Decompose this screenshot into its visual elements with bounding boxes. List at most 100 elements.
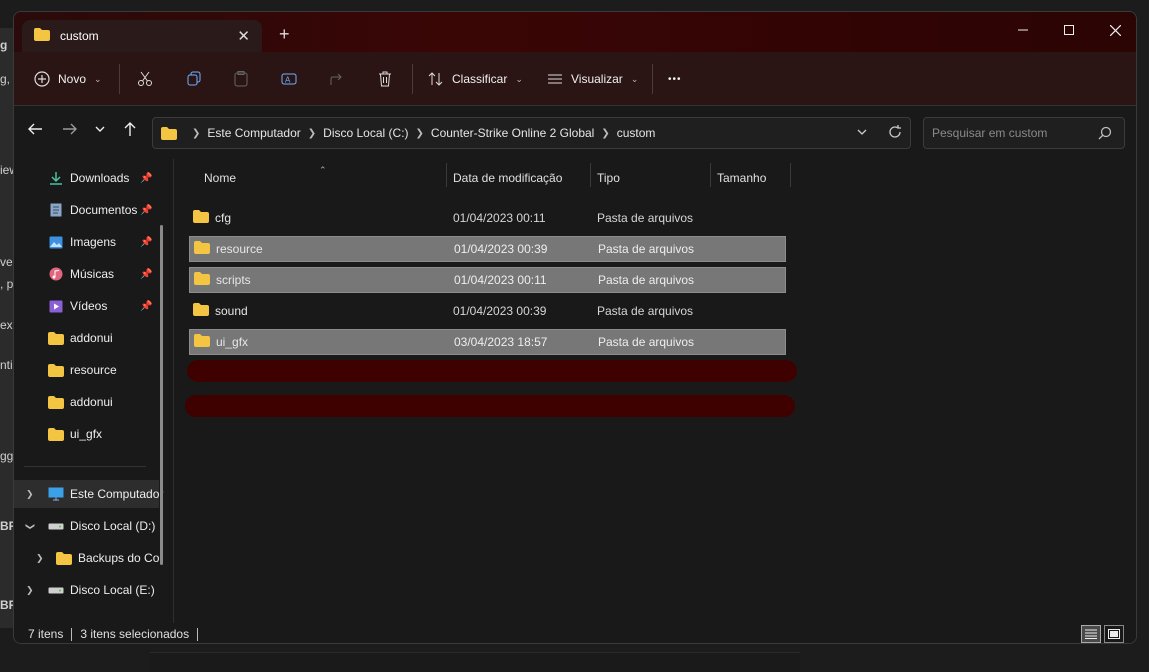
pin-icon[interactable]: 📌 <box>140 301 152 312</box>
music-icon <box>48 267 64 281</box>
new-button[interactable]: Novo ⌄ <box>34 62 102 96</box>
column-header-size[interactable]: Tamanho <box>717 165 787 191</box>
background-text: ve <box>0 255 13 269</box>
cut-button[interactable] <box>137 62 153 96</box>
breadcrumb-this-pc[interactable]: Este Computador <box>207 126 300 140</box>
address-history-chevron-icon[interactable] <box>856 124 868 143</box>
minimize-button[interactable] <box>1000 16 1046 44</box>
sidebar-item-disk-e[interactable]: ❯ Disco Local (E:) <box>14 576 164 604</box>
breadcrumb-game-folder[interactable]: Counter-Strike Online 2 Global <box>431 126 594 140</box>
pin-icon[interactable]: 📌 <box>140 269 152 280</box>
chevron-down-icon[interactable]: ❯ <box>24 522 35 530</box>
breadcrumb-disk-c[interactable]: Disco Local (C:) <box>323 126 408 140</box>
up-arrow-icon[interactable] <box>122 121 138 142</box>
share-button[interactable] <box>329 62 345 96</box>
file-row[interactable]: sound 01/04/2023 00:39 Pasta de arquivos <box>189 298 786 324</box>
delete-button[interactable] <box>377 62 393 96</box>
file-name: cfg <box>215 211 232 225</box>
column-header-date[interactable]: Data de modificação <box>453 165 588 191</box>
file-date: 01/04/2023 00:39 <box>453 304 547 318</box>
scissors-icon <box>138 71 152 86</box>
sidebar-item-documents[interactable]: Documentos 📌 <box>14 196 164 224</box>
sidebar-item-music[interactable]: Músicas 📌 <box>14 260 164 288</box>
pin-icon[interactable]: 📌 <box>140 205 152 216</box>
column-divider[interactable] <box>590 163 591 187</box>
refresh-icon[interactable] <box>888 124 902 143</box>
sidebar-item-disk-d[interactable]: ❯ Disco Local (D:) <box>14 512 164 540</box>
sidebar-item-addonui[interactable]: addonui <box>14 388 164 416</box>
svg-text:A: A <box>285 76 291 85</box>
maximize-button[interactable] <box>1046 16 1092 44</box>
sidebar-item-this-pc[interactable]: ❯ Este Computador <box>14 480 163 508</box>
sidebar-scrollbar[interactable] <box>160 225 163 565</box>
drive-icon <box>48 585 64 595</box>
folder-icon <box>193 210 209 226</box>
view-button[interactable]: Visualizar ⌄ <box>547 62 638 96</box>
folder-icon <box>48 395 64 409</box>
chevron-right-icon[interactable]: ❯ <box>36 553 44 564</box>
video-icon <box>48 300 64 313</box>
column-divider[interactable] <box>446 163 447 187</box>
background-text: ex <box>0 318 13 332</box>
pin-icon[interactable]: 📌 <box>140 237 152 248</box>
item-count: 7 itens <box>28 627 64 641</box>
chevron-right-icon[interactable]: ❯ <box>26 585 34 596</box>
file-row[interactable]: scripts 01/04/2023 00:11 Pasta de arquiv… <box>189 267 786 293</box>
sidebar-item-resource[interactable]: resource <box>14 356 164 384</box>
column-divider[interactable] <box>710 163 711 187</box>
selected-count: 3 itens selecionados <box>80 627 190 641</box>
column-header-label: Data de modificação <box>453 171 563 185</box>
sidebar-item-backups[interactable]: ❯ Backups do Co <box>14 544 164 572</box>
file-row[interactable]: resource 01/04/2023 00:39 Pasta de arqui… <box>189 236 786 262</box>
folder-icon <box>34 28 50 44</box>
close-tab-icon[interactable]: ✕ <box>237 27 250 45</box>
search-input[interactable] <box>932 126 1092 140</box>
trash-icon <box>379 71 391 87</box>
column-header-type[interactable]: Tipo <box>597 165 707 191</box>
back-arrow-icon[interactable] <box>27 121 43 142</box>
folder-icon <box>193 303 209 319</box>
sidebar-item-addonui[interactable]: addonui <box>14 324 164 352</box>
tiles-view-icon[interactable] <box>1104 625 1124 643</box>
sort-button[interactable]: Classificar ⌄ <box>428 62 523 96</box>
column-divider[interactable] <box>790 163 791 187</box>
rename-button[interactable]: A <box>281 62 297 96</box>
copy-icon <box>187 71 201 86</box>
address-bar[interactable]: ❯ Este Computador ❯ Disco Local (C:) ❯ C… <box>152 117 911 149</box>
file-type: Pasta de arquivos <box>598 335 695 349</box>
file-row[interactable]: cfg 01/04/2023 00:11 Pasta de arquivos <box>189 205 786 231</box>
maximize-icon <box>1064 25 1074 35</box>
sidebar-item-pictures[interactable]: Imagens 📌 <box>14 228 164 256</box>
breadcrumb-custom[interactable]: custom <box>617 126 656 140</box>
more-options-button[interactable]: ••• <box>668 62 682 96</box>
pin-icon[interactable]: 📌 <box>140 173 152 184</box>
sort-icon <box>428 72 443 86</box>
new-tab-button[interactable]: + <box>279 24 290 45</box>
clipboard-icon <box>234 71 248 87</box>
sidebar-item-label: ui_gfx <box>70 427 103 441</box>
sidebar-item-ui-gfx[interactable]: ui_gfx <box>14 420 164 448</box>
sidebar-item-videos[interactable]: Vídeos 📌 <box>14 292 164 320</box>
close-window-button[interactable] <box>1092 16 1136 44</box>
search-box[interactable] <box>923 117 1125 149</box>
forward-arrow-icon[interactable] <box>62 121 78 142</box>
file-row[interactable]: ui_gfx 03/04/2023 18:57 Pasta de arquivo… <box>189 329 786 355</box>
drive-icon <box>48 521 64 531</box>
chevron-down-icon: ⌄ <box>630 73 639 84</box>
folder-icon <box>194 272 210 288</box>
recent-locations-chevron-icon[interactable] <box>94 121 106 142</box>
sidebar-item-label: Backups do Co <box>78 551 160 565</box>
paste-button[interactable] <box>233 62 249 96</box>
file-date: 01/04/2023 00:11 <box>453 211 546 225</box>
chevron-right-icon[interactable]: ❯ <box>26 489 34 500</box>
copy-button[interactable] <box>186 62 202 96</box>
sidebar-item-downloads[interactable]: Downloads 📌 <box>14 164 164 192</box>
navigation-bar: ❯ Este Computador ❯ Disco Local (C:) ❯ C… <box>14 107 1136 159</box>
tab-custom[interactable]: custom ✕ <box>22 20 262 52</box>
minimize-icon <box>1018 29 1028 31</box>
details-view-icon[interactable] <box>1081 625 1101 643</box>
file-type: Pasta de arquivos <box>598 242 695 256</box>
chevron-right-icon: ❯ <box>307 127 317 139</box>
search-icon[interactable] <box>1098 126 1112 143</box>
column-header-name[interactable]: Nome ⌃ <box>204 165 444 191</box>
